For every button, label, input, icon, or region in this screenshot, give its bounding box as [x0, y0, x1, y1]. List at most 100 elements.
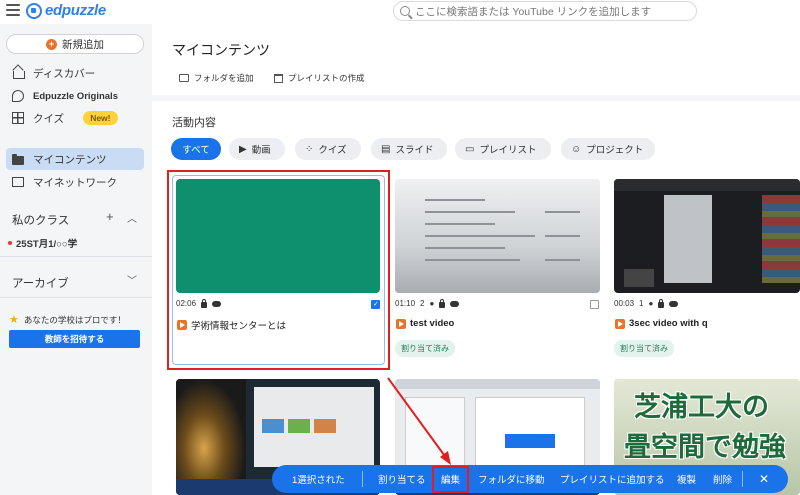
video-meta: 00:03 1 ● — [614, 298, 679, 308]
folder-icon — [12, 153, 24, 165]
video-title[interactable]: 学術情報センターとは — [177, 318, 286, 332]
new-badge: New! — [83, 111, 118, 125]
divider — [0, 256, 152, 257]
archive-title: アーカイブ — [12, 278, 69, 290]
promo-text: あなたの学校はプロです！ — [23, 314, 126, 325]
filter-all[interactable]: すべて — [171, 138, 221, 160]
filter-label: 動画 — [251, 145, 271, 156]
edit-highlight-frame — [432, 466, 469, 493]
plus-icon: + — [46, 38, 57, 50]
lock-icon — [201, 298, 208, 308]
sidebar-item-discover[interactable]: ディスカバー — [6, 62, 144, 84]
search-icon — [400, 6, 410, 16]
sidebar-item-label: マイコンテンツ — [33, 153, 107, 166]
question-count: 1 — [639, 299, 644, 308]
main-header: マイコンテンツ フォルダを追加 プレイリストの作成 — [152, 24, 800, 95]
menu-icon[interactable] — [6, 4, 20, 16]
video-title[interactable]: 3sec video with q — [615, 318, 708, 329]
video-duration: 01:10 — [395, 299, 416, 308]
search-placeholder: ここに検索語または YouTube リンクを追加します — [415, 5, 652, 18]
grid-icon — [12, 112, 24, 124]
video-thumbnail[interactable] — [614, 179, 800, 293]
new-add-label: 新規追加 — [62, 38, 104, 51]
lock-icon — [439, 298, 446, 308]
video-type-icon — [396, 318, 406, 329]
cloud-icon — [212, 300, 222, 307]
star-icon: ★ — [9, 314, 19, 326]
lock-icon — [658, 298, 665, 308]
chevron-up-icon[interactable]: ︿ — [127, 210, 137, 225]
divider — [742, 471, 743, 487]
video-thumbnail[interactable] — [176, 179, 380, 293]
video-title-text: 学術情報センターとは — [191, 321, 287, 332]
thumbnail-caption: 芝浦工大の — [634, 392, 769, 423]
filter-label: プロジェクト — [586, 145, 644, 156]
class-item[interactable]: 25ST月1/○○学 — [8, 236, 77, 250]
activity-title: 活動内容 — [172, 117, 216, 129]
duplicate-button[interactable]: 複製 — [677, 465, 696, 493]
question-icon: ● — [429, 299, 435, 308]
sidebar-item-my-content[interactable]: マイコンテンツ — [6, 148, 144, 170]
slides-icon: ▤ — [381, 143, 391, 155]
question-icon: ● — [648, 299, 654, 308]
invite-teacher-button[interactable]: 教師を招待する — [9, 330, 140, 348]
close-icon[interactable]: ✕ — [759, 465, 769, 493]
playlist-icon: ▭ — [465, 143, 475, 155]
selected-count: 1選択された — [292, 475, 345, 486]
sidebar-item-label: マイネットワーク — [33, 176, 117, 189]
filter-video[interactable]: ▶ 動画 — [229, 138, 285, 160]
filter-project[interactable]: ☺ プロジェクト — [561, 138, 655, 160]
assigned-badge: 割り当て済み — [395, 340, 455, 357]
play-circle-icon: ▶ — [239, 143, 247, 155]
add-class-icon[interactable]: + — [106, 209, 114, 224]
selection-action-bar: 1選択された 割り当てる 編集 フォルダに移動 プレイリストに追加する 複製 削… — [272, 465, 788, 493]
search-input[interactable]: ここに検索語または YouTube リンクを追加します — [393, 1, 697, 21]
new-add-button[interactable]: + 新規追加 — [6, 34, 144, 54]
sidebar-item-label: クイズ — [33, 112, 65, 125]
divider — [362, 471, 363, 487]
school-pro-notice: ★ あなたの学校はプロです！ — [9, 313, 126, 326]
select-checkbox[interactable] — [371, 300, 380, 309]
move-to-folder-button[interactable]: フォルダに移動 — [478, 465, 545, 493]
thumbnail-caption: 畳空間で勉強 — [624, 432, 786, 463]
video-meta: 01:10 2 ● — [395, 298, 460, 308]
assign-button[interactable]: 割り当てる — [378, 465, 426, 493]
edpuzzle-logo[interactable]: edpuzzle — [26, 2, 106, 19]
sidebar-item-my-network[interactable]: マイネットワーク — [6, 171, 144, 193]
add-folder-button[interactable]: フォルダを追加 — [179, 72, 254, 84]
video-duration: 00:03 — [614, 299, 635, 308]
class-status-dot — [8, 241, 12, 245]
video-title-text: test video — [410, 318, 455, 329]
video-title-text: 3sec video with q — [629, 318, 708, 329]
network-icon — [12, 177, 24, 187]
create-playlist-button[interactable]: プレイリストの作成 — [274, 72, 365, 84]
annotation-arrow-icon — [387, 377, 451, 465]
filter-slides[interactable]: ▤ スライド — [371, 138, 447, 160]
video-title[interactable]: test video — [396, 318, 454, 329]
video-type-icon — [177, 320, 187, 330]
video-type-icon — [615, 318, 625, 329]
add-folder-label: フォルダを追加 — [194, 73, 254, 83]
top-bar: edpuzzle ここに検索語または YouTube リンクを追加します — [0, 0, 800, 24]
assigned-badge: 割り当て済み — [614, 340, 674, 357]
filter-label: クイズ — [318, 145, 347, 156]
page-title: マイコンテンツ — [172, 42, 270, 58]
class-item-label: 25ST月1/○○学 — [16, 239, 78, 250]
divider — [0, 297, 152, 298]
cloud-icon — [450, 300, 460, 307]
add-to-playlist-button[interactable]: プレイリストに追加する — [560, 465, 665, 493]
originals-icon — [12, 90, 24, 102]
chevron-down-icon[interactable]: ﹀ — [127, 272, 137, 287]
folder-outline-icon — [179, 74, 189, 82]
video-thumbnail[interactable] — [395, 179, 600, 293]
select-checkbox[interactable] — [590, 300, 599, 309]
filter-quiz[interactable]: ⁘ クイズ — [295, 138, 361, 160]
delete-button[interactable]: 削除 — [713, 465, 732, 493]
filter-playlist[interactable]: ▭ プレイリスト — [455, 138, 551, 160]
sidebar-item-quiz[interactable]: クイズ New! — [6, 107, 144, 129]
video-duration: 02:06 — [176, 299, 197, 308]
my-classes-title: 私のクラス — [12, 215, 70, 227]
filter-label: すべて — [182, 145, 210, 156]
cloud-icon — [669, 300, 679, 307]
sidebar-item-originals[interactable]: Edpuzzle Originals — [6, 85, 144, 107]
